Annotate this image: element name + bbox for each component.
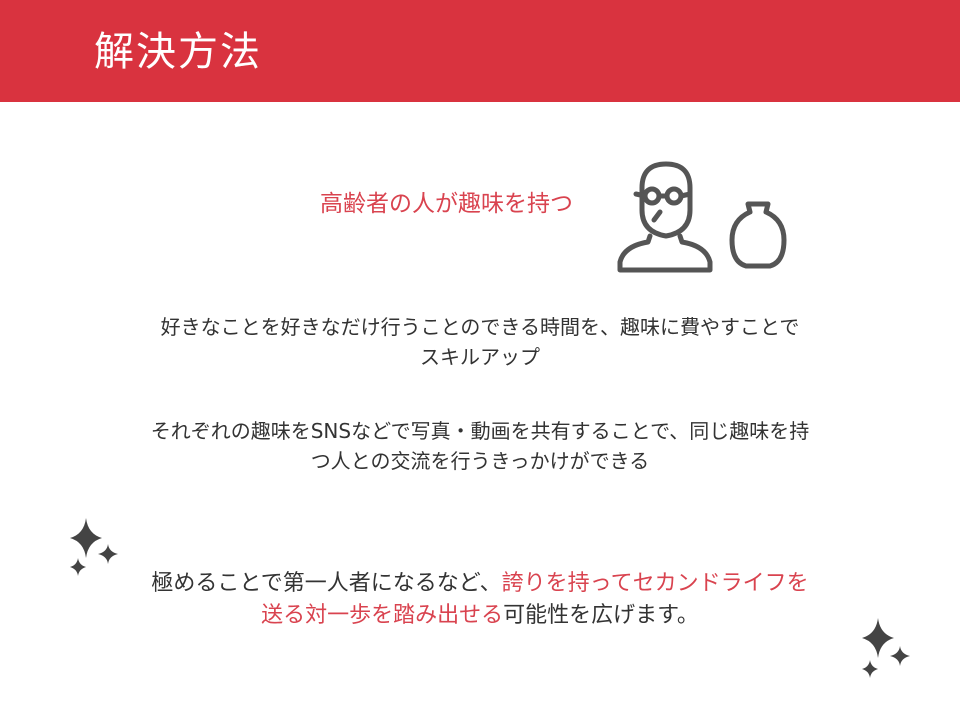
slide: 解決方法 高齢者の人が趣味を持つ 好きなことを好きなだけ行うことのできる時間を、… xyxy=(0,0,960,720)
paragraph-line: スキルアップ xyxy=(420,345,540,369)
sparkle-icon xyxy=(862,618,910,678)
paragraph-line: つ人との交流を行うきっかけができる xyxy=(310,449,650,473)
page-title: 解決方法 xyxy=(94,29,262,75)
paragraph-line: それぞれの趣味をSNSなどで写真・動画を共有することで、同じ趣味を持 xyxy=(150,419,810,443)
paragraph-sns-sharing: それぞれの趣味をSNSなどで写真・動画を共有することで、同じ趣味を持 つ人との交… xyxy=(0,416,960,476)
paragraph-hobby-time: 好きなことを好きなだけ行うことのできる時間を、趣味に費やすことで スキルアップ xyxy=(0,312,960,372)
text-plain: 極めることで第一人者になるなど、 xyxy=(151,571,502,596)
paragraph-line: 好きなことを好きなだけ行うことのできる時間を、趣味に費やすことで xyxy=(160,315,800,339)
paragraph-line: 極めることで第一人者になるなど、誇りを持ってセカンドライフを xyxy=(0,568,960,600)
title-bar: 解決方法 xyxy=(0,0,960,102)
person-with-glasses-icon xyxy=(617,161,713,273)
paragraph-line: 送る対一歩を踏み出せる可能性を広げます。 xyxy=(0,600,960,632)
text-accent: 誇りを持ってセカンドライフを xyxy=(501,571,809,596)
paragraph-second-life: 極めることで第一人者になるなど、誇りを持ってセカンドライフを 送る対一歩を踏み出… xyxy=(0,568,960,632)
vase-icon xyxy=(729,201,787,269)
text-accent: 送る対一歩を踏み出せる xyxy=(261,603,504,628)
subtitle: 高齢者の人が趣味を持つ xyxy=(320,191,573,217)
text-plain: 可能性を広げます。 xyxy=(503,603,699,628)
